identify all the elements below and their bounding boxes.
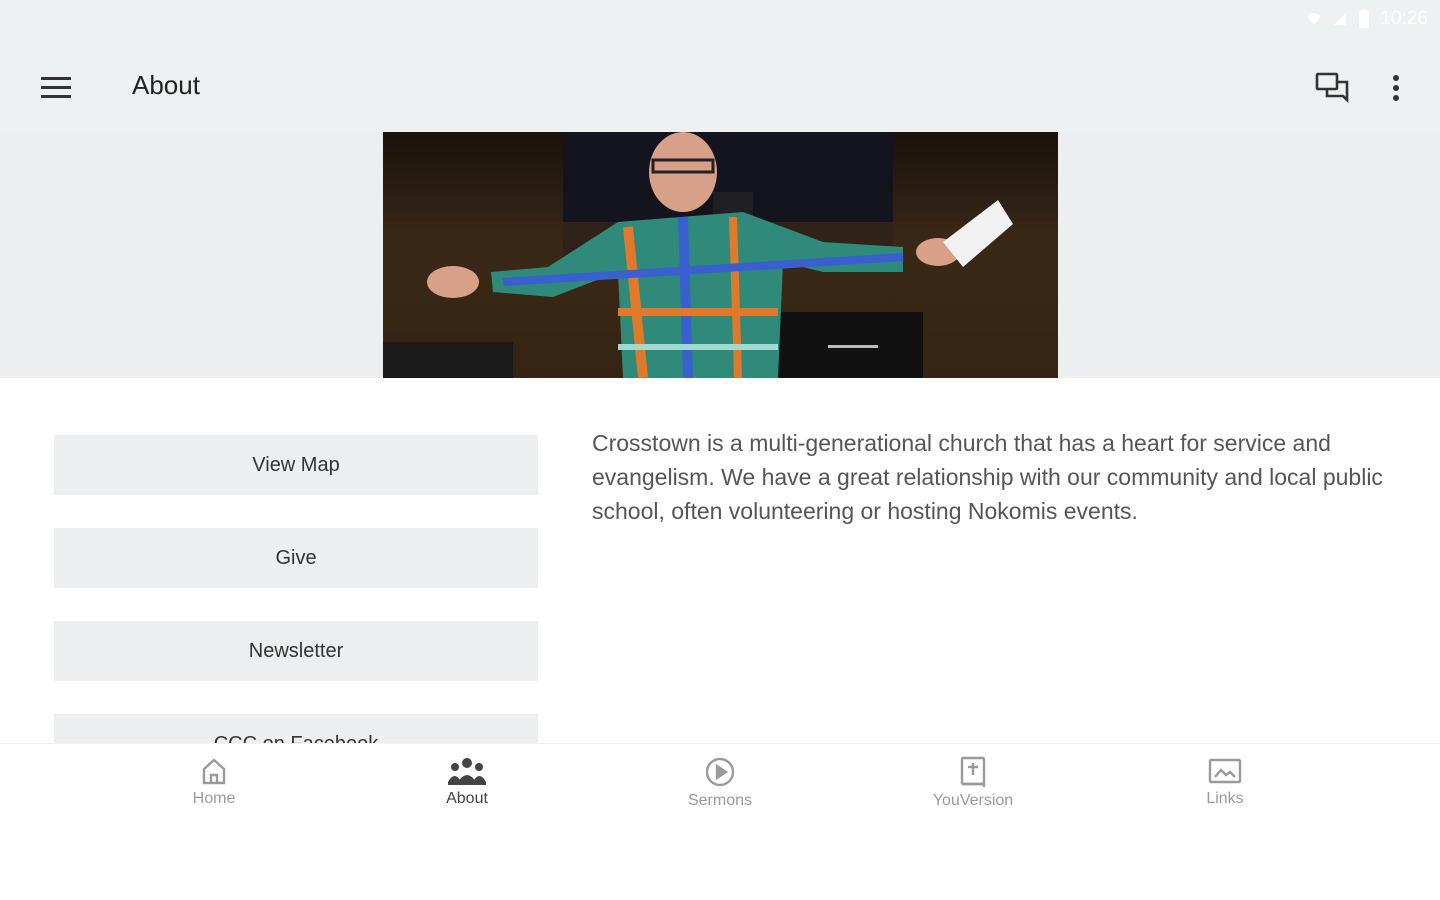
nav-links[interactable]: Links [1145, 756, 1305, 808]
more-vert-icon [1393, 75, 1399, 101]
newsletter-button[interactable]: Newsletter [54, 621, 538, 681]
nav-youversion[interactable]: YouVersion [893, 756, 1053, 810]
more-options-button[interactable] [1376, 66, 1416, 110]
home-icon [202, 758, 226, 785]
view-map-button[interactable]: View Map [54, 435, 538, 495]
image-icon [1208, 758, 1242, 784]
nav-home-label: Home [192, 790, 236, 807]
menu-button[interactable] [36, 68, 76, 108]
bible-icon [960, 756, 986, 787]
page-title: About [132, 70, 200, 100]
facebook-button[interactable]: CCC on Facebook [54, 714, 538, 743]
status-icons: 10:26 [1306, 8, 1428, 30]
status-time: 10:26 [1380, 8, 1428, 29]
chat-icon [1315, 72, 1349, 104]
hero-banner [0, 132, 1440, 378]
people-icon [448, 758, 486, 785]
bottom-navigation: Home About Sermons YouVersion Links [0, 743, 1440, 900]
app-bar: About [0, 44, 1440, 132]
pastor-preaching-image [383, 132, 1058, 378]
nav-sermons[interactable]: Sermons [640, 756, 800, 810]
content-area: View Map Give Newsletter CCC on Facebook… [0, 378, 1440, 743]
give-button[interactable]: Give [54, 528, 538, 588]
nav-youversion-label: YouVersion [932, 792, 1014, 809]
battery-icon [1359, 9, 1370, 28]
hamburger-menu-icon [41, 77, 71, 98]
status-bar: 10:26 [0, 0, 1440, 44]
about-description: Crosstown is a multi-generational church… [592, 430, 1383, 524]
play-icon [705, 757, 735, 787]
wifi-icon [1307, 13, 1322, 25]
nav-about[interactable]: About [387, 756, 547, 808]
nav-sermons-label: Sermons [687, 792, 753, 809]
nav-about-label: About [446, 790, 488, 807]
chat-button[interactable] [1310, 66, 1354, 110]
action-buttons: View Map Give Newsletter CCC on Facebook [54, 435, 538, 743]
signal-icon [1334, 13, 1347, 25]
hero-photo [383, 132, 1058, 378]
nav-home[interactable]: Home [134, 756, 294, 808]
nav-links-label: Links [1206, 790, 1244, 807]
